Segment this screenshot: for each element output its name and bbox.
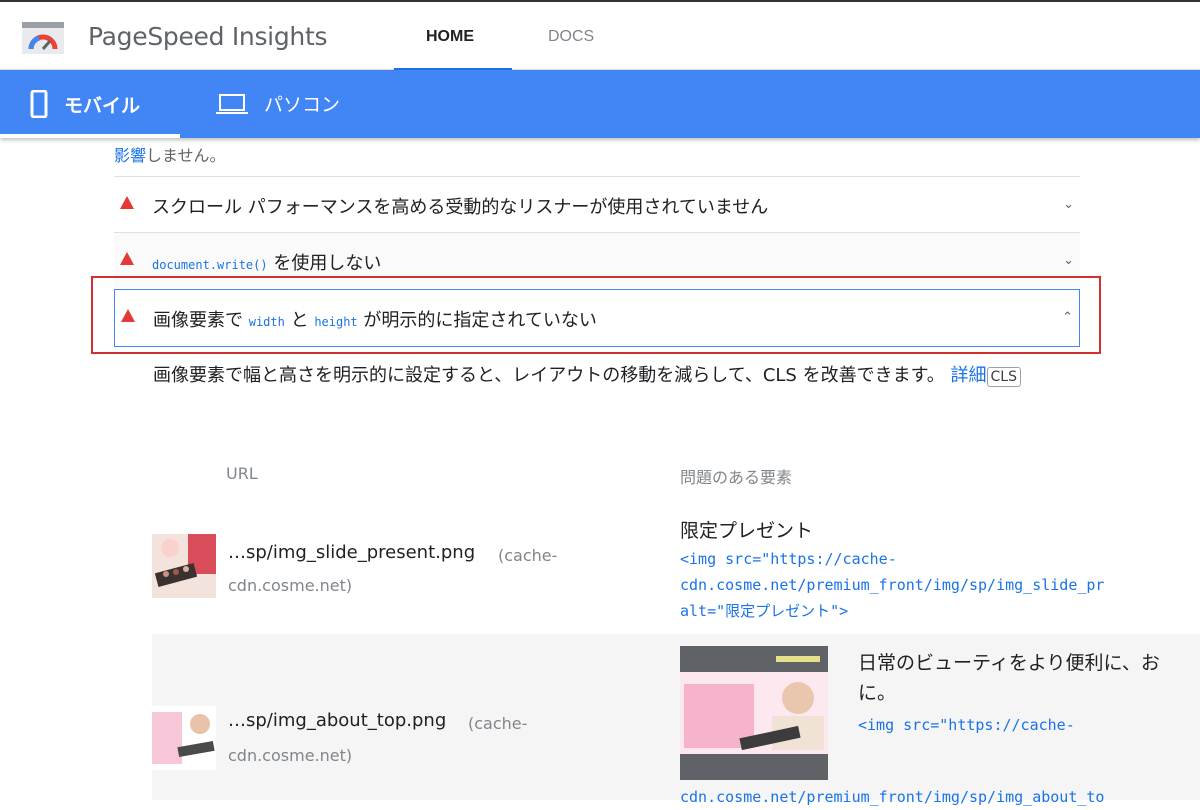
cut-text-rest: しません。: [146, 146, 226, 165]
table-row: …sp/img_about_top.png (cache- cdn.cosme.…: [152, 634, 1200, 806]
tab-docs[interactable]: DOCS: [548, 28, 594, 46]
url-path[interactable]: …sp/img_slide_present.png: [228, 542, 475, 563]
audit-title: スクロール パフォーマンスを高める受動的なリスナーが使用されていません: [152, 197, 769, 218]
url-host: (cache-: [498, 546, 558, 565]
table-row: …sp/img_slide_present.png (cache- cdn.co…: [152, 512, 1200, 634]
chevron-down-icon[interactable]: ⌄: [1063, 253, 1074, 268]
fail-triangle-icon: [120, 196, 134, 209]
app-title: PageSpeed Insights: [88, 22, 328, 51]
snippet-line: cdn.cosme.net/premium_front/img/sp/img_s…: [680, 576, 1105, 594]
device-tab-bar: モバイル パソコン: [0, 70, 1200, 138]
audit-passive-listeners[interactable]: スクロール パフォーマンスを高める受動的なリスナーが使用されていません ⌄: [114, 176, 1080, 232]
tab-mobile[interactable]: モバイル: [30, 90, 140, 118]
annotation-highlight-box: [91, 276, 1101, 354]
audit-description: 画像要素で幅と高さを明示的に設定すると、レイアウトの移動を減らして、CLS を改…: [153, 360, 1073, 392]
url-host-cont: cdn.cosme.net): [228, 746, 353, 765]
element-snippet: <img src="https://cache- cdn.cosme.net/p…: [680, 546, 1104, 624]
tab-desktop[interactable]: パソコン: [216, 90, 340, 117]
pagespeed-logo-icon[interactable]: [22, 22, 64, 54]
device-tab-indicator: [0, 134, 180, 138]
snippet-line: <img src="https://cache-: [680, 550, 897, 568]
element-screenshot: [680, 646, 828, 780]
tab-home[interactable]: HOME: [426, 28, 474, 46]
learn-more-link[interactable]: 詳細: [951, 365, 987, 386]
audit-title: document.write() を使用しない: [152, 249, 381, 275]
snippet-line: alt="限定プレゼント">: [680, 602, 849, 620]
element-label: 限定プレゼント: [680, 520, 814, 542]
top-app-bar: PageSpeed Insights HOME DOCS: [0, 0, 1200, 71]
url-host: (cache-: [468, 714, 528, 733]
element-label: 日常のビューティをより便利に、お に。: [858, 648, 1160, 708]
element-label-line: 日常のビューティをより便利に、お: [858, 652, 1160, 674]
impact-link[interactable]: 影響: [114, 146, 146, 165]
image-thumbnail: [152, 706, 216, 770]
element-snippet-cont: cdn.cosme.net/premium_front/img/sp/img_a…: [680, 788, 1105, 806]
image-thumbnail: [152, 534, 216, 598]
url-host-cont: cdn.cosme.net): [228, 576, 353, 595]
tab-desktop-label: パソコン: [264, 94, 341, 116]
element-label-line: に。: [858, 682, 897, 704]
chevron-down-icon[interactable]: ⌄: [1063, 197, 1074, 212]
laptop-icon: [216, 93, 248, 114]
column-header-element: 問題のある要素: [680, 468, 793, 487]
audit-code: document.write(): [152, 258, 268, 272]
fail-triangle-icon: [120, 252, 134, 265]
element-snippet: <img src="https://cache-: [858, 716, 1075, 734]
smartphone-icon: [30, 90, 48, 118]
column-header-url: URL: [226, 464, 258, 483]
url-path[interactable]: …sp/img_about_top.png: [228, 710, 446, 731]
tab-mobile-label: モバイル: [64, 94, 141, 117]
metric-tag: CLS: [986, 367, 1021, 387]
previous-audit-description: 影響しません。: [114, 142, 226, 166]
audit-title-rest: を使用しない: [267, 253, 382, 274]
description-text: 画像要素で幅と高さを明示的に設定すると、レイアウトの移動を減らして、CLS を改…: [153, 365, 945, 386]
